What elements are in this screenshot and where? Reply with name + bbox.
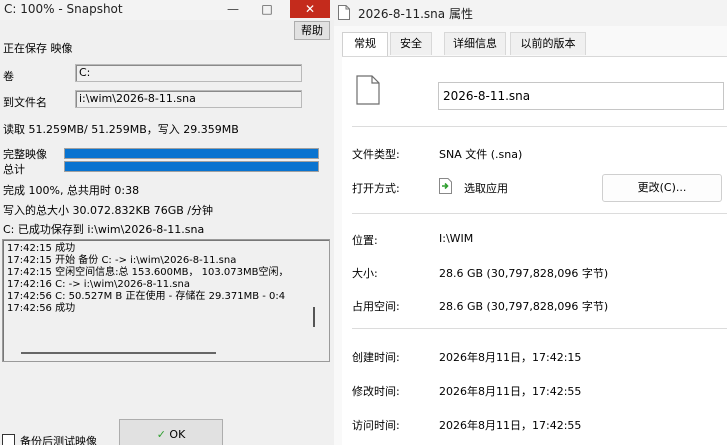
divider bbox=[352, 213, 727, 214]
disk-size-value: 28.6 GB (30,797,828,096 字节) bbox=[439, 300, 609, 313]
status-heading: 正在保存 映像 bbox=[3, 42, 73, 55]
log-line: 17:42:15 成功 bbox=[7, 243, 76, 254]
accessed-value: 2026年8月11日，17:42:55 bbox=[439, 419, 582, 432]
read-write-status: 读取 51.259MB/ 51.259MB，写入 29.359MB bbox=[3, 123, 239, 136]
horizontal-scrollbar-thumb[interactable] bbox=[21, 352, 216, 354]
type-value: SNA 文件 (.sna) bbox=[439, 148, 523, 161]
log-listbox[interactable]: 17:42:15 成功 17:42:15 开始 备份 C: -> i:\wim\… bbox=[2, 239, 330, 362]
type-label: 文件类型: bbox=[352, 148, 400, 161]
log-line: 17:42:15 开始 备份 C: -> i:\wim\2026-8-11.sn… bbox=[7, 255, 237, 266]
properties-titlebar: 2026-8-11.sna 属性 bbox=[334, 0, 727, 26]
verify-label: 备份后测试映像 bbox=[20, 435, 97, 445]
size-value: 28.6 GB (30,797,828,096 字节) bbox=[439, 267, 609, 280]
tab-previous-versions[interactable]: 以前的版本 bbox=[510, 32, 586, 55]
open-with-value: 选取应用 bbox=[464, 182, 508, 195]
maximize-button[interactable]: □ bbox=[250, 0, 284, 18]
full-image-progress-fill bbox=[65, 149, 318, 158]
properties-window: 2026-8-11.sna 属性 常规 安全 详细信息 以前的版本 2026-8… bbox=[334, 0, 727, 445]
ok-button[interactable]: ✓ OK bbox=[119, 419, 223, 445]
modified-value: 2026年8月11日，17:42:55 bbox=[439, 385, 582, 398]
divider bbox=[352, 328, 727, 329]
size-label: 大小: bbox=[352, 267, 378, 280]
snapshot-titlebar: C: 100% - Snapshot — □ ✕ bbox=[0, 0, 334, 20]
close-icon: ✕ bbox=[304, 2, 316, 16]
modified-label: 修改时间: bbox=[352, 385, 400, 398]
log-line: 17:42:16 C: -> i:\wim\2026-8-11.sna bbox=[7, 279, 190, 290]
file-field[interactable]: i:\wim\2026-8-11.sna bbox=[75, 90, 302, 108]
location-value: I:\WIM bbox=[439, 232, 474, 245]
snapshot-window: C: 100% - Snapshot — □ ✕ 帮助 正在保存 映像 卷 C:… bbox=[0, 0, 334, 445]
help-button[interactable]: 帮助 bbox=[294, 21, 330, 40]
large-file-icon bbox=[356, 75, 380, 105]
disk-size-label: 占用空间: bbox=[352, 300, 400, 313]
file-icon bbox=[338, 5, 350, 20]
divider bbox=[352, 126, 727, 127]
snapshot-title: C: 100% - Snapshot bbox=[4, 2, 123, 16]
open-with-label: 打开方式: bbox=[352, 182, 400, 195]
log-line: 17:42:56 C: 50.527M B 正在使用 - 存储在 29.371M… bbox=[7, 291, 286, 302]
verify-checkbox[interactable] bbox=[2, 434, 15, 445]
location-label: 位置: bbox=[352, 234, 378, 247]
created-label: 创建时间: bbox=[352, 351, 400, 364]
written-status: 写入的总大小 30.072.832KB 76GB /分钟 bbox=[3, 204, 214, 217]
change-button[interactable]: 更改(C)... bbox=[602, 174, 722, 202]
log-line: 17:42:15 空闲空间信息:总 153.600MB， 103.073MB空闲… bbox=[7, 267, 289, 278]
check-icon: ✓ bbox=[156, 428, 166, 441]
volume-label: 卷 bbox=[3, 70, 14, 83]
full-image-progress bbox=[64, 148, 319, 159]
file-label: 到文件名 bbox=[3, 96, 47, 109]
accessed-label: 访问时间: bbox=[352, 419, 400, 432]
tab-details[interactable]: 详细信息 bbox=[444, 32, 506, 55]
total-label: 总计 bbox=[3, 163, 25, 176]
tab-general[interactable]: 常规 bbox=[342, 32, 388, 57]
close-button[interactable]: ✕ bbox=[290, 0, 330, 18]
file-name-input[interactable]: 2026-8-11.sna bbox=[438, 82, 724, 110]
total-progress bbox=[64, 161, 319, 172]
saved-status: C: 已成功保存到 i:\wim\2026-8-11.sna bbox=[3, 223, 205, 236]
full-image-label: 完整映像 bbox=[3, 148, 47, 161]
volume-field[interactable]: C: bbox=[75, 64, 302, 82]
tab-security[interactable]: 安全 bbox=[390, 32, 432, 55]
done-status: 完成 100%, 总共用时 0:38 bbox=[3, 184, 140, 197]
properties-title: 2026-8-11.sna 属性 bbox=[358, 7, 473, 21]
general-panel: 2026-8-11.sna 文件类型: SNA 文件 (.sna) 打开方式: … bbox=[342, 56, 727, 445]
app-icon bbox=[439, 178, 452, 194]
created-value: 2026年8月11日，17:42:15 bbox=[439, 351, 582, 364]
total-progress-fill bbox=[65, 162, 318, 171]
log-line: 17:42:56 成功 bbox=[7, 303, 76, 314]
vertical-scrollbar-thumb[interactable] bbox=[313, 307, 315, 327]
minimize-button[interactable]: — bbox=[216, 0, 250, 18]
